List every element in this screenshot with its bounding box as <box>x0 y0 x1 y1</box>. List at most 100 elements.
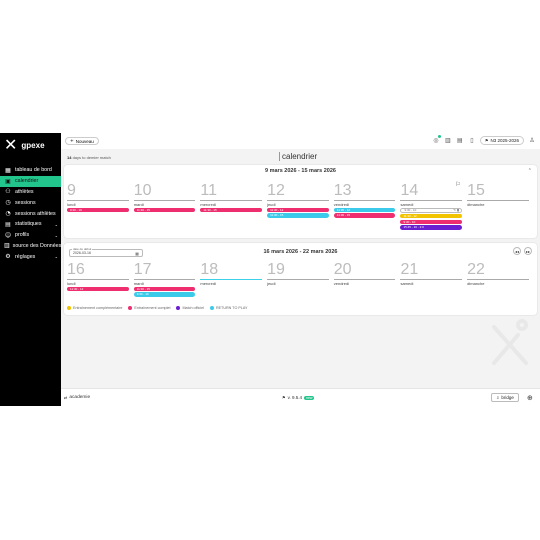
day-column[interactable]: 9 lundi 9:30 - 10 <box>67 183 134 230</box>
support-icon[interactable]: ⊕ <box>527 394 533 402</box>
user-icon[interactable]: ♙ <box>528 137 536 145</box>
sync-status-icon[interactable]: ◎ <box>432 134 441 145</box>
reports-icon[interactable]: ▥ <box>444 137 452 145</box>
sidebar-item-label: profils <box>15 232 30 239</box>
event-time: 9:30 - 10 <box>403 219 416 224</box>
whistle-icon[interactable]: ⚐ <box>455 181 460 188</box>
sidebar-nav: ▦ tableau de bord ▣ calendrier ⚇ athlètes ◷ ses… <box>0 165 61 262</box>
edit-delete-icons[interactable]: ✎ ▮ <box>453 209 459 212</box>
day-column[interactable]: 20 vendredi <box>333 261 401 297</box>
day-column[interactable]: 18 mercredi <box>200 262 267 297</box>
season-selector[interactable]: ⚑ N3 2025-2026 <box>479 136 524 145</box>
event-chip[interactable]: 9:30 - 10 <box>400 219 463 225</box>
sidebar-item-profils[interactable]: ☺ profils ⌄ <box>0 230 61 241</box>
legend-item: Match officiel <box>176 306 204 310</box>
day-divider <box>267 278 329 280</box>
sidebar: ✕ gpexe ▦ tableau de bord ▣ calendrier ⚇ athl… <box>0 133 61 406</box>
day-column[interactable]: 11 mercredi 11:30 - 15 <box>200 183 267 230</box>
day-number: 22 <box>467 261 485 278</box>
day-column[interactable]: 14 samedi ⚐ 9:30 - 10 ✎ ▮ 11:30 - 12 9:30 - 10… <box>400 181 467 231</box>
version-badge: new <box>304 395 315 400</box>
sidebar-item-statistiques[interactable]: ▤ statistiques ⌄ <box>0 219 61 230</box>
event-chip[interactable]: 9:30 - 10 <box>67 207 129 213</box>
day-divider <box>333 278 396 280</box>
week-title: 9 mars 2026 - 15 mars 2026 <box>265 168 336 174</box>
day-column[interactable]: 13 vendredi 11:30 - 12 11:30 - 15 <box>333 183 401 230</box>
event-chip[interactable]: 9:30 - 10 <box>133 292 196 298</box>
day-divider <box>400 278 463 280</box>
day-column[interactable]: 15 dimanche <box>467 183 534 230</box>
event-time: 11:30 - 12 <box>403 213 417 218</box>
event-chip[interactable]: 11:30 - 12 <box>267 207 329 213</box>
bridge-icon: ⇩ <box>496 395 500 400</box>
season-label: N3 2025-2026 <box>490 138 519 143</box>
sidebar-item-calendrier[interactable]: ▣ calendrier <box>0 175 61 187</box>
footer: ⇄ academie ⚑ v. 9.5.4 new ⇩ bridge ⊕ <box>61 388 540 406</box>
sidebar-item-réglages[interactable]: ⚙ réglages ⌄ <box>0 251 61 262</box>
logo[interactable]: ✕ gpexe <box>4 137 45 153</box>
sidebar-item-sessions-athlètes[interactable]: ◔ sessions athlètes <box>0 208 61 219</box>
academy-label: academie <box>69 395 91 400</box>
day-number: 10 <box>133 182 152 199</box>
day-divider <box>333 199 396 201</box>
new-button-label: Nouveau <box>75 138 94 144</box>
sidebar-item-label: tableau de bord <box>15 167 52 174</box>
event-chip[interactable]: 15:45 - 16 - 2:0 <box>400 225 463 231</box>
sidebar-item-athlètes[interactable]: ⚇ athlètes <box>0 187 61 198</box>
collapse-icon[interactable]: ⌃ <box>528 168 532 174</box>
event-chip[interactable]: 11:30 - 15 <box>200 207 263 213</box>
day-name: dimanche <box>467 201 485 207</box>
academy-icon: ⇄ <box>64 395 68 400</box>
day-column[interactable]: 21 samedi <box>400 262 467 297</box>
plus-icon: + <box>70 138 74 144</box>
day-number: 20 <box>333 261 352 278</box>
day-column[interactable]: 19 jeudi <box>267 262 334 297</box>
day-name: mardi <box>133 201 144 207</box>
brand-watermark-icon <box>492 319 528 365</box>
event-chip[interactable]: 11:30 - 15 <box>133 207 196 213</box>
event-chip[interactable]: 11:30 - 15 <box>133 286 196 292</box>
event-chip[interactable]: 11:30 - 12 <box>400 213 463 219</box>
chart-icon[interactable]: ▤ <box>456 137 464 145</box>
day-column[interactable]: 22 dimanche <box>467 262 534 297</box>
new-button[interactable]: + Nouveau <box>65 137 99 145</box>
day-divider <box>400 199 463 201</box>
next-week-button[interactable]: ▸▸ <box>524 247 532 255</box>
days-text: days to demier match <box>72 155 111 160</box>
version-text: v. 9.5.4 <box>287 395 303 400</box>
day-name: jeudi <box>267 201 276 207</box>
document-icon[interactable]: ▯ <box>468 137 476 145</box>
status-dot <box>437 134 441 138</box>
day-divider <box>133 199 196 201</box>
day-name: vendredi <box>333 280 350 286</box>
team-icon: ⚑ <box>484 138 489 143</box>
sidebar-item-source-des-Données[interactable]: ▥ source des Données <box>0 241 61 252</box>
day-divider <box>467 278 529 280</box>
event-time: 11:30 - 15 <box>270 213 284 218</box>
day-divider <box>200 278 263 280</box>
academy-link[interactable]: ⇄ academie <box>64 395 90 400</box>
statistics-icon: ▤ <box>5 220 11 228</box>
previous-week-button[interactable]: ◂◂ <box>513 247 521 255</box>
event-chip[interactable]: 11:30 - 12 <box>67 286 129 292</box>
day-name: lundi <box>67 201 76 207</box>
sidebar-item-label: statistiques <box>15 221 42 228</box>
day-column[interactable]: 10 mardi 11:30 - 15 <box>133 182 201 230</box>
sidebar-item-sessions[interactable]: ◷ sessions <box>0 197 61 208</box>
sidebar-item-tableau-de-bord[interactable]: ▦ tableau de bord <box>0 165 61 176</box>
day-column[interactable]: 16 lundi 11:30 - 12 <box>67 262 134 297</box>
day-column[interactable]: 12 jeudi 11:30 - 12 11:30 - 15 <box>267 183 334 230</box>
day-column[interactable]: 17 mardi 11:30 - 15 9:30 - 10 <box>133 262 201 298</box>
dashboard-icon: ▦ <box>5 166 11 174</box>
event-chip[interactable]: 9:30 - 10 ✎ ▮ <box>400 207 463 213</box>
day-name: jeudi <box>267 280 276 286</box>
event-chip[interactable]: 11:30 - 15 <box>333 213 396 219</box>
bridge-button[interactable]: ⇩ bridge <box>491 393 519 402</box>
day-number: 19 <box>267 261 285 278</box>
day-number: 15 <box>467 182 485 199</box>
event-chip[interactable]: 11:30 - 12 <box>333 207 396 213</box>
event-chip[interactable]: 11:30 - 15 <box>267 213 329 219</box>
day-name: mercredi <box>200 280 216 286</box>
legend-item: Entraînement complet <box>128 306 170 310</box>
day-divider <box>133 278 196 280</box>
